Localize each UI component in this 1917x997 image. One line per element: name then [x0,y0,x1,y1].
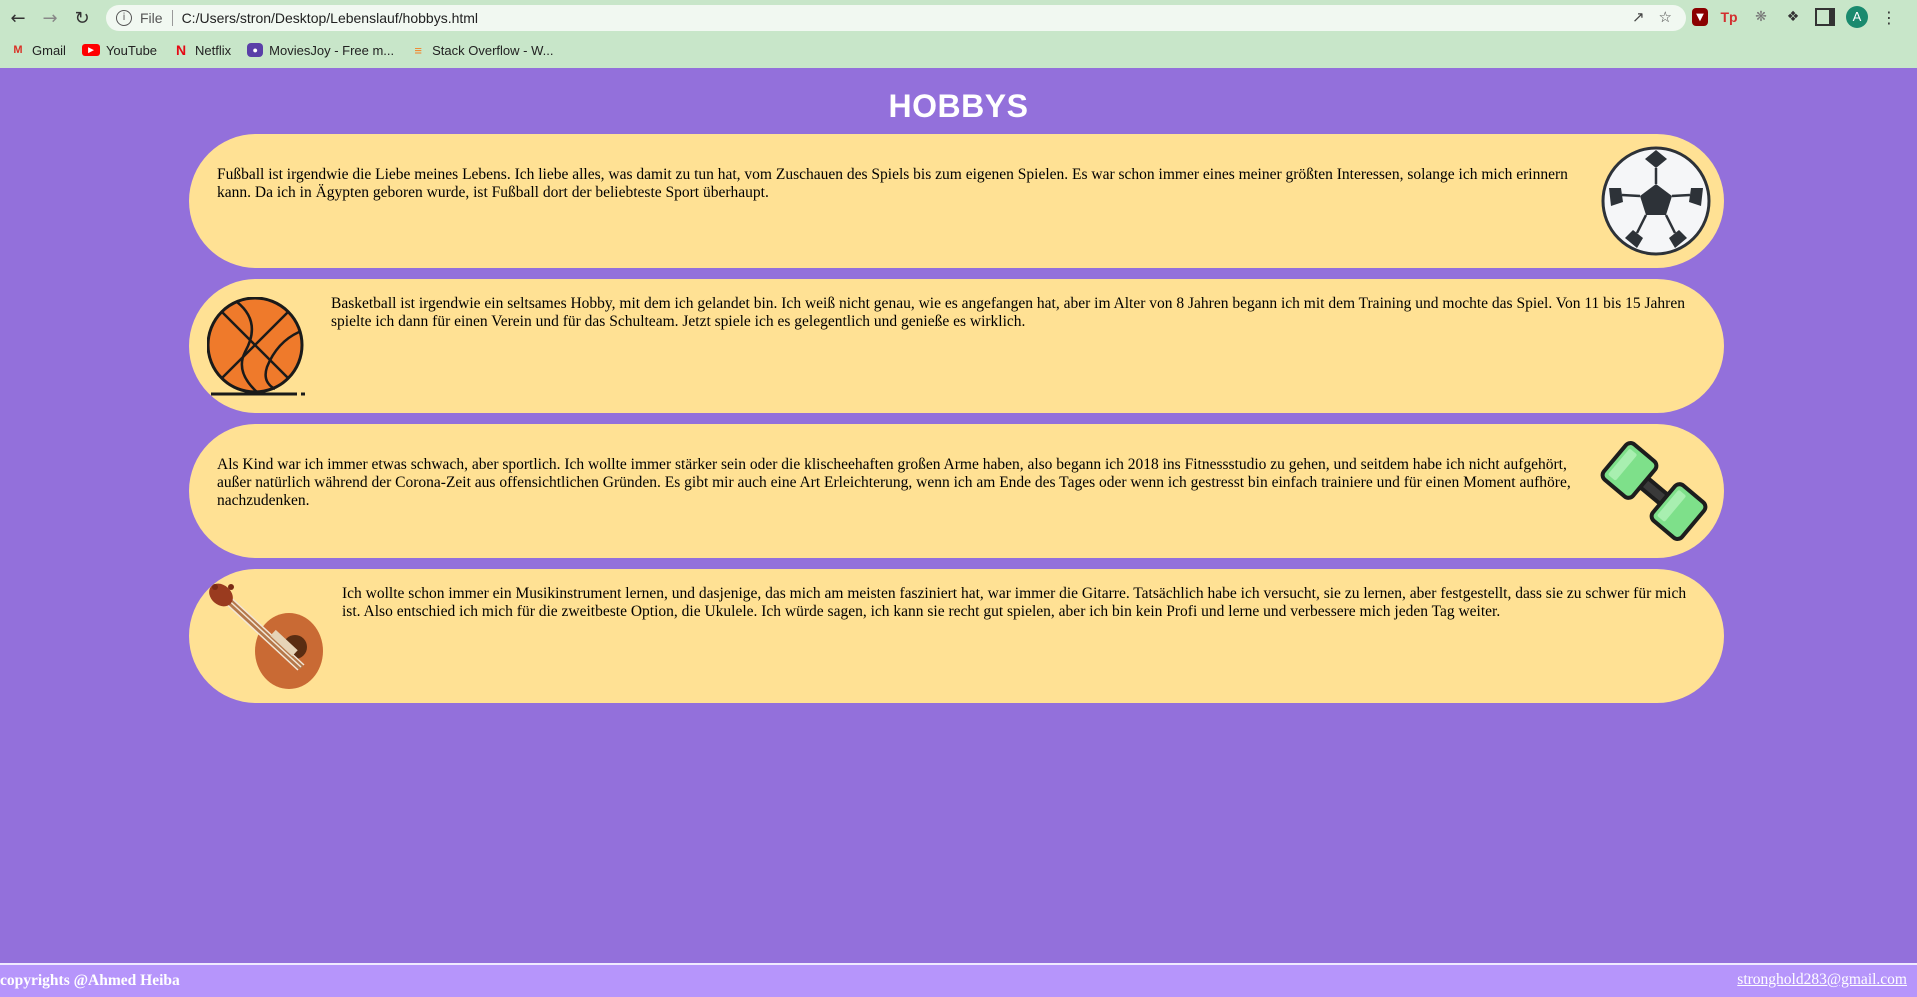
bookmark-stackoverflow[interactable]: ≡ Stack Overflow - W... [410,43,553,58]
hobby-text: Ich wollte schon immer ein Musikinstrume… [342,585,1687,620]
bookmark-label: MoviesJoy - Free m... [269,42,395,58]
bookmark-label: Stack Overflow - W... [432,42,554,58]
footer: copyrights @Ahmed Heiba stronghold283@gm… [0,963,1917,997]
share-icon[interactable]: ↗ [1632,8,1645,26]
side-panel-icon[interactable] [1814,6,1836,28]
moviesjoy-icon: ● [247,43,264,57]
url-scheme-label: File [140,10,163,26]
extensions-bar: ▼ Tp ❋ ❖ A ⋮ [1692,6,1900,28]
profile-avatar[interactable]: A [1846,6,1868,28]
bookmark-label: Gmail [32,42,66,58]
address-bar[interactable]: i File C:/Users/stron/Desktop/Lebenslauf… [106,5,1686,31]
hobby-card-fitness: Als Kind war ich immer etwas schwach, ab… [189,424,1724,558]
ublock-shield-icon[interactable]: ▼ [1692,8,1708,26]
page-title: HOBBYS [888,88,1029,124]
bookmark-netflix[interactable]: N Netflix [173,42,232,58]
bookmark-label: Netflix [195,42,232,58]
soccer-ball-icon [1601,146,1711,256]
gmail-icon: M [13,44,23,56]
bookmark-youtube[interactable]: ▶ YouTube [81,42,158,58]
hobby-text: Basketball ist irgendwie ein seltsames H… [331,295,1685,330]
bookmarks-bar: M Gmail ▶ YouTube N Netflix ● MoviesJoy … [0,38,553,62]
bookmark-label: YouTube [105,42,158,58]
tp-extension-icon[interactable]: Tp [1718,6,1740,28]
footer-copyright: copyrights @Ahmed Heiba [0,972,180,989]
reload-icon[interactable]: ↻ [70,6,94,30]
site-info-icon[interactable]: i [116,10,132,26]
url-separator [171,10,173,26]
bookmark-moviesjoy[interactable]: ● MoviesJoy - Free m... [247,43,394,58]
dumbbell-icon [1600,441,1708,541]
basketball-icon [207,297,305,396]
browser-chrome: ← → ↻ i File C:/Users/stron/Desktop/Lebe… [0,0,1917,68]
netflix-icon: N [175,42,187,58]
bug-extension-icon[interactable]: ❋ [1750,6,1772,28]
stackoverflow-icon: ≡ [414,42,422,58]
bookmark-gmail[interactable]: M Gmail [10,43,66,58]
footer-email-link[interactable]: stronghold283@gmail.com [1737,971,1907,989]
extensions-puzzle-icon[interactable]: ❖ [1782,6,1804,28]
youtube-icon: ▶ [81,44,100,56]
hobby-text: Fußball ist irgendwie die Liebe meines L… [217,166,1568,201]
address-bar-actions: ↗ ☆ [1632,8,1672,26]
url-text[interactable]: C:/Users/stron/Desktop/Lebenslauf/hobbys… [182,10,478,26]
browser-toolbar: ← → ↻ i File C:/Users/stron/Desktop/Lebe… [0,0,1917,36]
hobby-card-football: Fußball ist irgendwie die Liebe meines L… [189,134,1724,268]
menu-kebab-icon[interactable]: ⋮ [1878,6,1900,28]
hobby-card-ukulele: Ich wollte schon immer ein Musikinstrume… [189,569,1724,703]
hobby-card-basketball: Basketball ist irgendwie ein seltsames H… [189,279,1724,413]
back-arrow-icon[interactable]: ← [6,6,30,30]
bookmark-star-icon[interactable]: ☆ [1659,8,1672,26]
ukulele-icon [209,583,323,689]
hobby-text: Als Kind war ich immer etwas schwach, ab… [217,456,1571,509]
forward-arrow-icon[interactable]: → [38,6,62,30]
